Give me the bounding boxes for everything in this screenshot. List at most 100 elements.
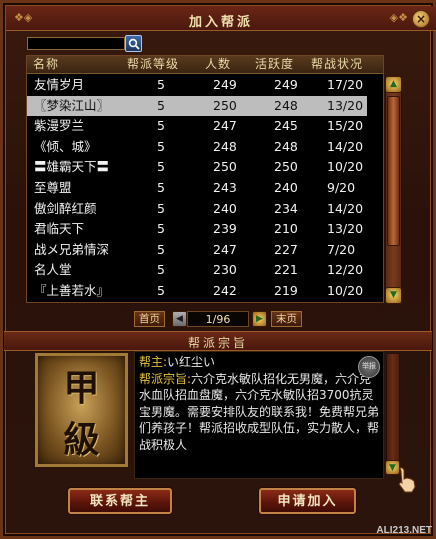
guild-members: 243	[213, 180, 237, 195]
guild-war-status: 12/20	[327, 262, 364, 278]
guild-activity: 219	[274, 283, 298, 298]
title-bar: ❖◈ 加入帮派 ◈❖ ×	[6, 6, 436, 31]
guild-name: 〖梦染江山〗	[34, 97, 110, 113]
purpose-label: 帮派宗旨:	[139, 371, 192, 386]
description-scrollbar[interactable]	[386, 353, 400, 473]
guild-name: 名人堂	[34, 262, 72, 278]
next-page-button[interactable]: ▶	[252, 311, 267, 327]
guild-activity: 249	[274, 77, 298, 92]
first-page-button[interactable]: 首页	[134, 311, 165, 327]
guild-activity: 240	[274, 180, 298, 195]
guild-members: 250	[213, 97, 237, 113]
column-header-war-status[interactable]: 帮战状况	[311, 56, 363, 73]
guild-war-status: 7/20	[327, 241, 356, 257]
guild-members: 250	[213, 159, 237, 175]
arrow-left-icon: ◀	[176, 314, 183, 324]
report-seal-icon[interactable]: 举报	[358, 356, 380, 378]
guild-name: 紫漫罗兰	[34, 118, 85, 134]
guild-activity: 227	[274, 241, 298, 257]
guild-name: 战メ兄弟情深	[34, 241, 110, 257]
guild-war-status: 13/20	[327, 97, 364, 113]
guild-row[interactable]: 至尊盟 5 243 240 9/20	[27, 178, 367, 198]
guild-members: 230	[213, 262, 237, 278]
guild-war-status: 17/20	[327, 77, 364, 92]
guild-row[interactable]: 〖梦染江山〗 5 250 248 13/20	[27, 95, 367, 116]
guild-name: 傲剑醉红颜	[34, 200, 97, 216]
guild-row[interactable]: 君临天下 5 239 210 13/20	[27, 219, 367, 239]
column-header-activity[interactable]: 活跃度	[255, 56, 294, 73]
guild-row[interactable]: 《倾、城》 5 248 248 14/20	[27, 137, 367, 157]
guild-name: 〓雄霸天下〓	[34, 159, 110, 175]
guild-members: 249	[213, 77, 237, 92]
column-header-members[interactable]: 人数	[205, 56, 231, 73]
guild-name: 『上善若水』	[34, 283, 110, 298]
search-button[interactable]	[125, 35, 142, 52]
close-icon: ×	[415, 12, 427, 26]
guild-level: 5	[157, 241, 165, 257]
emblem-char-bottom: 級	[63, 419, 100, 461]
guild-list: 名称 帮派等级 人数 活跃度 帮战状况 友情岁月 5 249 249 17/20 〖梦染江…	[26, 55, 384, 303]
guild-members: 248	[213, 138, 237, 154]
guild-row[interactable]: 友情岁月 5 249 249 17/20	[27, 75, 367, 95]
guild-activity: 221	[274, 262, 298, 278]
guild-row[interactable]: 战メ兄弟情深 5 247 227 7/20	[27, 240, 367, 260]
guild-activity: 210	[274, 221, 298, 237]
column-header-level[interactable]: 帮派等级	[127, 56, 179, 73]
scroll-down-button[interactable]: ▼	[385, 287, 402, 304]
guild-level: 5	[157, 77, 165, 92]
guild-level: 5	[157, 180, 165, 195]
scroll-up-button[interactable]: ▲	[385, 76, 402, 93]
apply-join-button[interactable]: 申请加入	[259, 488, 356, 514]
search-input[interactable]	[27, 37, 125, 50]
leader-name: い红尘い	[167, 355, 216, 369]
guild-list-header: 名称 帮派等级 人数 活跃度 帮战状况	[27, 56, 383, 74]
guild-level: 5	[157, 283, 165, 298]
guild-war-status: 15/20	[327, 118, 364, 134]
guild-level: 5	[157, 118, 165, 134]
purpose-section-title: 帮派宗旨	[187, 336, 248, 350]
watermark: ALI213.NET	[376, 525, 432, 536]
arrow-down-icon: ▼	[389, 463, 396, 473]
last-page-button[interactable]: 末页	[271, 311, 302, 327]
leader-label: 帮主:	[139, 355, 168, 369]
column-header-name[interactable]: 名称	[33, 56, 59, 73]
page-indicator: 1/96	[187, 311, 249, 327]
guild-row[interactable]: 傲剑醉红颜 5 240 234 14/20	[27, 199, 367, 219]
guild-level: 5	[157, 221, 165, 237]
guild-war-status: 14/20	[327, 200, 364, 216]
guild-activity: 234	[274, 200, 298, 216]
ornament-right-icon: ◈❖	[389, 11, 408, 24]
arrow-down-icon: ▼	[390, 290, 397, 300]
guild-war-status: 13/20	[327, 221, 364, 237]
guild-members: 247	[213, 118, 237, 134]
scroll-thumb[interactable]	[387, 96, 400, 246]
guild-activity: 250	[274, 159, 298, 175]
guild-emblem: 甲 級	[33, 351, 130, 469]
contact-leader-button[interactable]: 联系帮主	[68, 488, 172, 514]
hand-cursor-icon	[398, 467, 416, 493]
guild-level: 5	[157, 262, 165, 278]
guild-activity: 245	[274, 118, 298, 134]
purpose-section-header: 帮派宗旨	[4, 331, 432, 351]
guild-activity: 248	[274, 138, 298, 154]
guild-row[interactable]: 名人堂 5 230 221 12/20	[27, 260, 367, 280]
emblem-char-top: 甲	[63, 367, 100, 409]
guild-row[interactable]: 『上善若水』 5 242 219 10/20	[27, 281, 367, 301]
guild-name: 至尊盟	[34, 180, 72, 195]
guild-activity: 248	[274, 97, 298, 113]
guild-members: 247	[213, 241, 237, 257]
guild-name: 君临天下	[34, 221, 85, 237]
guild-description: 帮主:い红尘い 帮派宗旨:六介克水敏队招化无男魔，六介克水血队招血盘魔，六介克水…	[134, 351, 384, 479]
guild-war-status: 14/20	[327, 138, 364, 154]
guild-row[interactable]: 紫漫罗兰 5 247 245 15/20	[27, 116, 367, 136]
guild-level: 5	[157, 200, 165, 216]
prev-page-button[interactable]: ◀	[172, 311, 187, 327]
guild-level: 5	[157, 159, 165, 175]
guild-members: 240	[213, 200, 237, 216]
guild-level: 5	[157, 97, 165, 113]
arrow-up-icon: ▲	[390, 79, 397, 89]
guild-name: 友情岁月	[34, 77, 85, 92]
guild-row[interactable]: 〓雄霸天下〓 5 250 250 10/20	[27, 157, 367, 177]
close-button[interactable]: ×	[412, 10, 430, 28]
guild-war-status: 10/20	[327, 159, 364, 175]
